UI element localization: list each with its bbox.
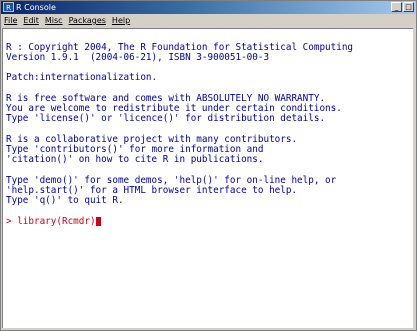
console-line: Type 'q()' to quit R. bbox=[6, 195, 124, 206]
svg-text:R: R bbox=[6, 4, 11, 12]
console-output-area[interactable]: R : Copyright 2004, The R Foundation for… bbox=[2, 28, 413, 328]
console-input-line[interactable]: > library(Rcmdr) bbox=[6, 215, 413, 227]
console-line: Version 1.9.1 (2004-06-21), ISBN 3-90005… bbox=[6, 51, 270, 63]
window-title: R Console bbox=[16, 3, 56, 12]
console-line: Type 'license()' or 'licence()' for dist… bbox=[6, 113, 326, 125]
console-line: 'citation()' on how to cite R in publica… bbox=[6, 154, 264, 166]
console-line: Patch:internationalization. bbox=[6, 72, 158, 84]
r-console-window: R R Console _ □ File Edit Misc Packages … bbox=[0, 0, 417, 331]
text-cursor bbox=[95, 217, 101, 227]
r-app-icon: R bbox=[3, 2, 14, 12]
window-controls: _ □ bbox=[391, 2, 414, 13]
menu-help[interactable]: Help bbox=[112, 16, 130, 25]
menu-file[interactable]: File bbox=[4, 16, 17, 25]
console-prompt-text: > library(Rcmdr) bbox=[6, 215, 96, 227]
menu-packages[interactable]: Packages bbox=[69, 16, 106, 25]
maximize-button[interactable]: □ bbox=[403, 2, 414, 12]
minimize-button[interactable]: _ bbox=[391, 2, 402, 12]
menu-bar: File Edit Misc Packages Help bbox=[1, 14, 416, 27]
title-bar[interactable]: R R Console _ □ bbox=[1, 1, 416, 14]
menu-edit[interactable]: Edit bbox=[23, 16, 39, 25]
console-right-edge bbox=[413, 28, 416, 328]
menu-misc[interactable]: Misc bbox=[45, 16, 63, 25]
